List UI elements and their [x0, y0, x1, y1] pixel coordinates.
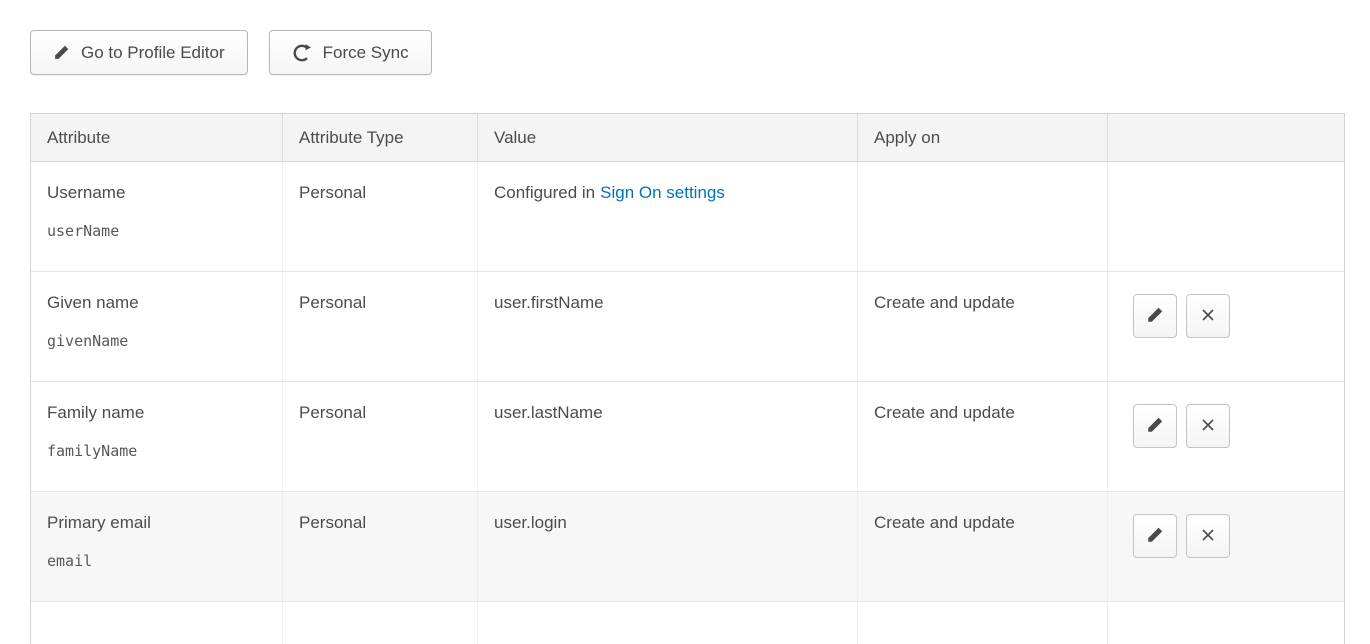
apply-on-cell: Create and update	[858, 382, 1108, 491]
close-icon	[1200, 307, 1216, 326]
remove-mapping-button[interactable]	[1186, 294, 1230, 338]
attribute-type-cell: Personal	[283, 382, 478, 491]
attribute-label: Username	[47, 182, 266, 204]
pencil-icon	[1146, 416, 1164, 437]
edit-mapping-button[interactable]	[1133, 404, 1177, 448]
attribute-cell: Primary email email	[31, 492, 283, 601]
close-icon	[1200, 527, 1216, 546]
actions-cell	[1108, 602, 1344, 644]
attribute-label: Given name	[47, 292, 266, 314]
go-to-profile-editor-label: Go to Profile Editor	[81, 43, 225, 63]
force-sync-label: Force Sync	[323, 43, 409, 63]
apply-on-cell: Create and update	[858, 492, 1108, 601]
close-icon	[1200, 417, 1216, 436]
attribute-cell	[31, 602, 283, 644]
value-cell: user.firstName	[478, 272, 858, 381]
header-value: Value	[478, 114, 858, 161]
value-cell	[478, 602, 858, 644]
attribute-variable: familyName	[47, 440, 266, 462]
table-row: Given name givenName Personal user.first…	[31, 272, 1344, 382]
refresh-icon	[292, 43, 312, 63]
pencil-icon	[1146, 526, 1164, 547]
attribute-type-cell: Personal	[283, 162, 478, 271]
header-attribute-type: Attribute Type	[283, 114, 478, 161]
attribute-cell: Username userName	[31, 162, 283, 271]
table-header-row: Attribute Attribute Type Value Apply on	[31, 114, 1344, 162]
apply-on-cell	[858, 162, 1108, 271]
actions-cell	[1108, 162, 1344, 271]
pencil-icon	[53, 44, 70, 61]
attribute-type-cell: Personal	[283, 272, 478, 381]
header-actions	[1108, 114, 1344, 161]
table-row: Family name familyName Personal user.las…	[31, 382, 1344, 492]
header-apply-on: Apply on	[858, 114, 1108, 161]
actions-cell	[1108, 382, 1344, 491]
attribute-mappings-page: Go to Profile Editor Force Sync Attribut…	[0, 0, 1370, 644]
attribute-variable: givenName	[47, 330, 266, 352]
attribute-label: Primary email	[47, 512, 266, 534]
apply-on-cell	[858, 602, 1108, 644]
table-row: Username userName Personal Configured in…	[31, 162, 1344, 272]
force-sync-button[interactable]: Force Sync	[269, 30, 432, 75]
table-row	[31, 602, 1344, 644]
attribute-cell: Family name familyName	[31, 382, 283, 491]
apply-on-cell: Create and update	[858, 272, 1108, 381]
attribute-type-cell: Personal	[283, 492, 478, 601]
actions-cell	[1108, 272, 1344, 381]
edit-mapping-button[interactable]	[1133, 294, 1177, 338]
attribute-type-cell	[283, 602, 478, 644]
attribute-label: Family name	[47, 402, 266, 424]
value-prefix: Configured in	[494, 183, 595, 202]
attribute-variable: userName	[47, 220, 266, 242]
sign-on-settings-link[interactable]: Sign On settings	[600, 183, 725, 202]
actions-cell	[1108, 492, 1344, 601]
value-cell: Configured in Sign On settings	[478, 162, 858, 271]
attribute-variable: email	[47, 550, 266, 572]
pencil-icon	[1146, 306, 1164, 327]
table-row: Primary email email Personal user.login …	[31, 492, 1344, 602]
remove-mapping-button[interactable]	[1186, 514, 1230, 558]
go-to-profile-editor-button[interactable]: Go to Profile Editor	[30, 30, 248, 75]
edit-mapping-button[interactable]	[1133, 514, 1177, 558]
value-cell: user.lastName	[478, 382, 858, 491]
attribute-cell: Given name givenName	[31, 272, 283, 381]
toolbar: Go to Profile Editor Force Sync	[30, 30, 1345, 75]
remove-mapping-button[interactable]	[1186, 404, 1230, 448]
value-cell: user.login	[478, 492, 858, 601]
attribute-table: Attribute Attribute Type Value Apply on …	[30, 113, 1345, 644]
header-attribute: Attribute	[31, 114, 283, 161]
